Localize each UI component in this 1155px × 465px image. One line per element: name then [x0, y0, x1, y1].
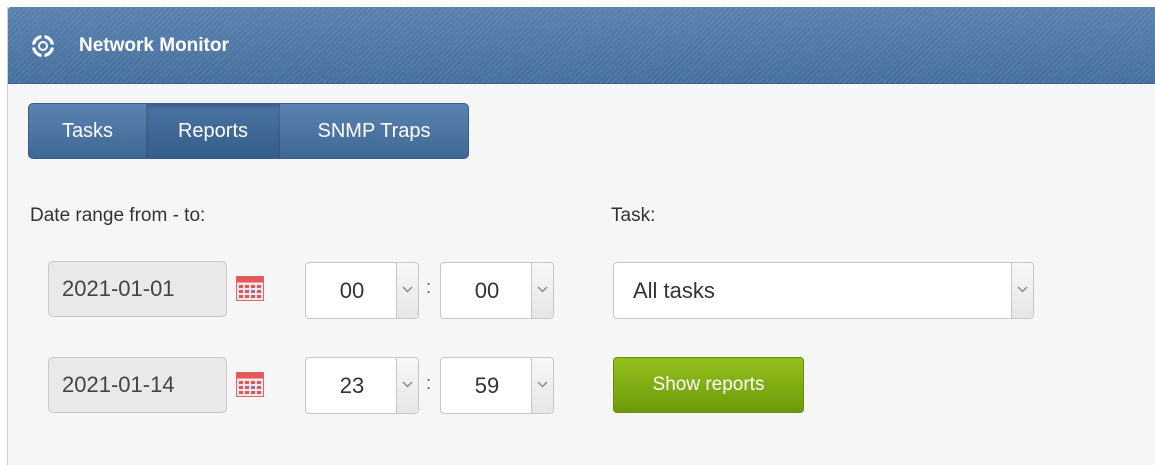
calendar-icon[interactable]: [236, 276, 264, 301]
time-separator: :: [426, 277, 432, 297]
task-label: Task:: [611, 205, 656, 226]
page-title: Network Monitor: [79, 35, 229, 56]
tab-tasks[interactable]: Tasks: [29, 104, 146, 158]
chevron-down-icon: [1011, 263, 1033, 318]
to-minute-select[interactable]: 59: [440, 357, 554, 414]
lifebuoy-icon: [31, 34, 55, 58]
from-hour-select[interactable]: 00: [305, 262, 419, 319]
chevron-down-icon: [396, 358, 418, 413]
tab-bar: Tasks Reports SNMP Traps: [28, 103, 469, 159]
from-date-input[interactable]: 2021-01-01: [48, 261, 227, 317]
panel-header: Network Monitor: [8, 7, 1155, 84]
chevron-down-icon: [396, 263, 418, 318]
task-select[interactable]: All tasks: [613, 262, 1034, 319]
to-hour-select[interactable]: 23: [305, 357, 419, 414]
to-minute-value: 59: [474, 373, 500, 398]
date-range-label: Date range from - to:: [30, 205, 206, 226]
chevron-down-icon: [531, 263, 553, 318]
show-reports-button[interactable]: Show reports: [613, 357, 804, 413]
chevron-down-icon: [531, 358, 553, 413]
to-date-input[interactable]: 2021-01-14: [48, 357, 227, 413]
from-minute-select[interactable]: 00: [440, 262, 554, 319]
to-hour-value: 23: [339, 373, 365, 398]
tab-snmp-traps[interactable]: SNMP Traps: [280, 104, 468, 158]
time-separator: :: [426, 373, 432, 393]
network-monitor-panel: Network Monitor Tasks Reports SNMP Traps…: [7, 7, 1155, 465]
from-hour-value: 00: [339, 278, 365, 303]
from-minute-value: 00: [474, 278, 500, 303]
tab-reports[interactable]: Reports: [146, 104, 280, 158]
task-select-value: All tasks: [633, 278, 715, 303]
calendar-icon[interactable]: [236, 372, 264, 397]
